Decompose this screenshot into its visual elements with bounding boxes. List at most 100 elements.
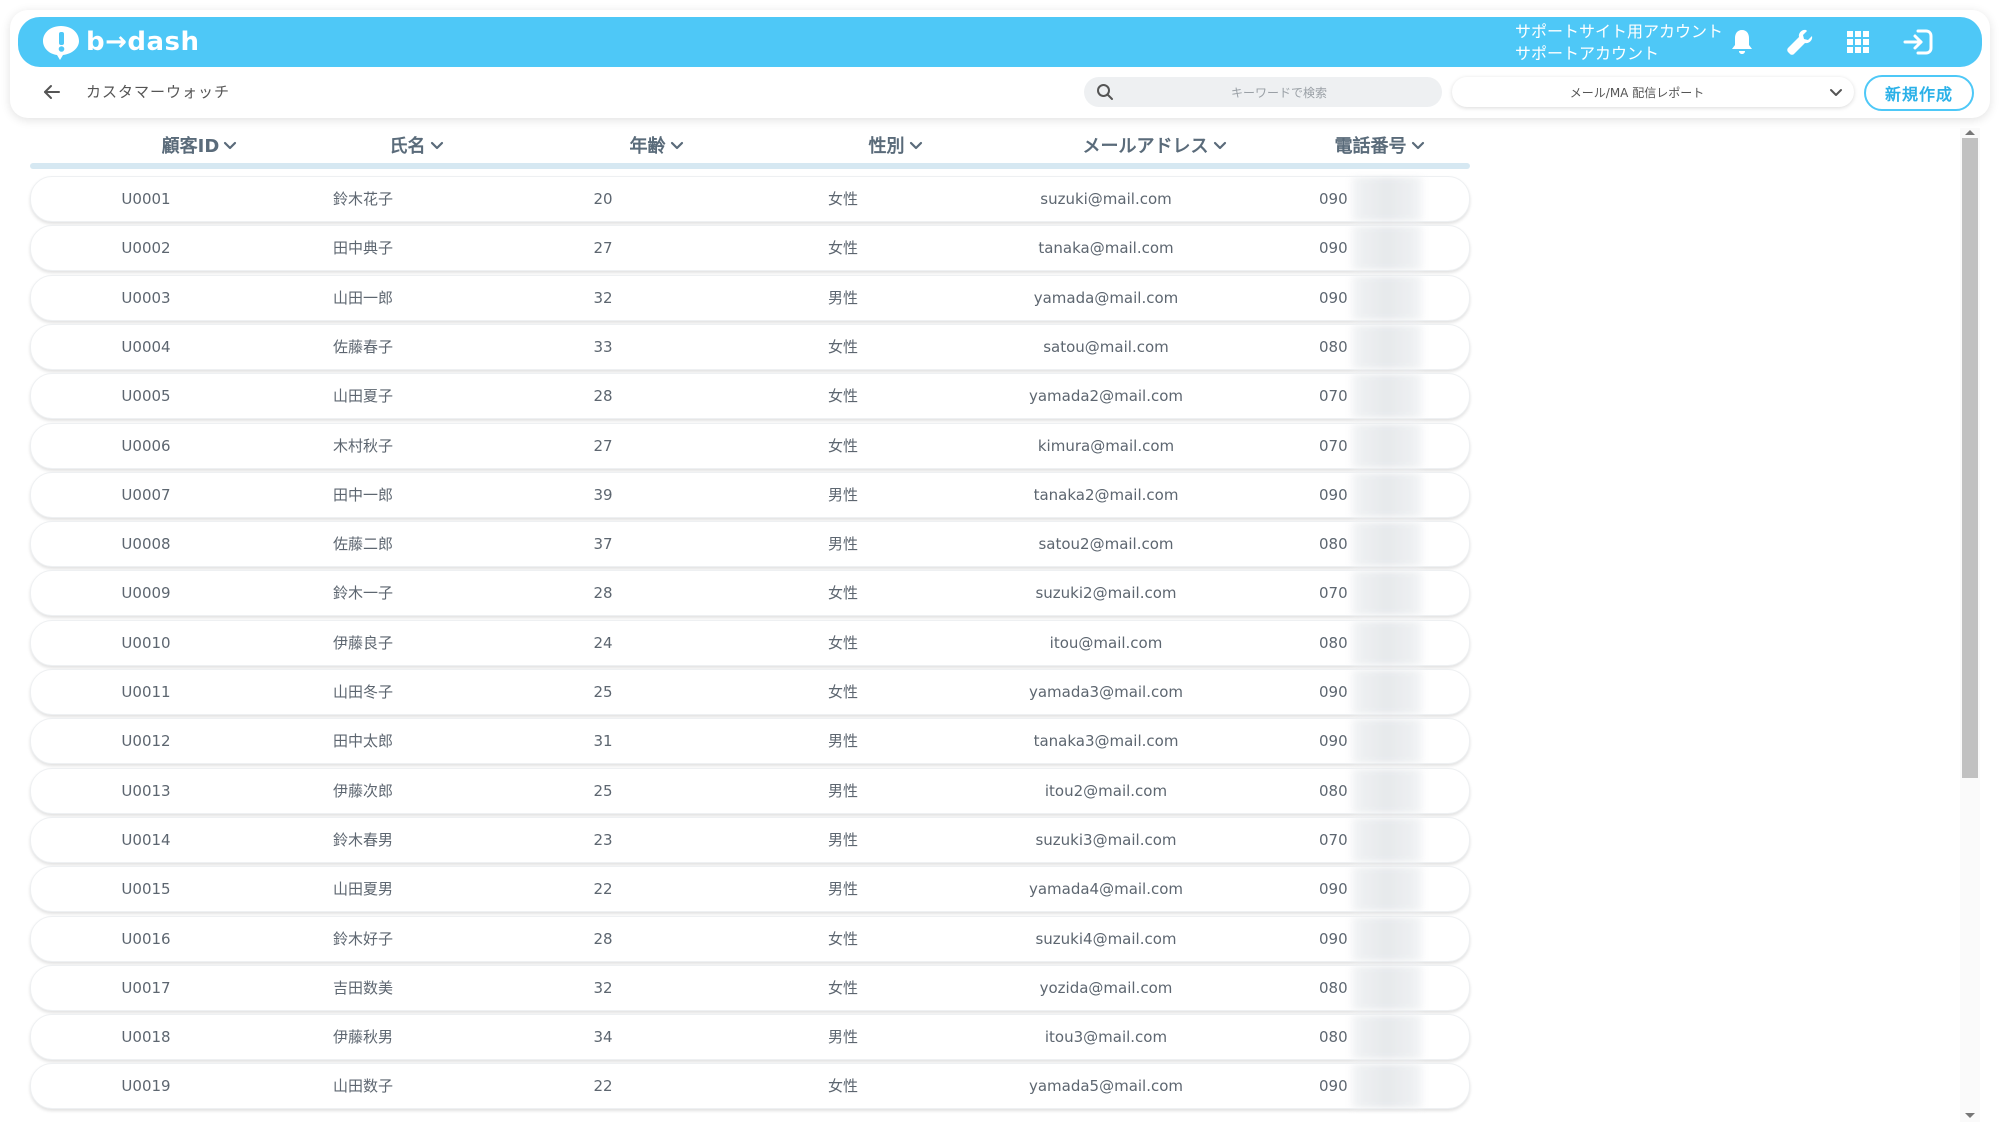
scroll-up-arrow-icon[interactable] (1964, 128, 1976, 136)
cell-age: 25 (593, 683, 613, 701)
table-row[interactable]: U0009 鈴木一子 28 女性 suzuki2@mail.com 070 (30, 570, 1470, 616)
table-row[interactable]: U0004 佐藤春子 33 女性 satou@mail.com 080 (30, 324, 1470, 370)
table-row[interactable]: U0002 田中典子 27 女性 tanaka@mail.com 090 (30, 225, 1470, 271)
create-new-button[interactable]: 新規作成 (1864, 75, 1974, 111)
wrench-icon[interactable] (1784, 26, 1816, 58)
column-header-name[interactable]: 氏名 (342, 130, 492, 160)
cell-customer-id: U0016 (121, 930, 171, 948)
cell-gender: 女性 (827, 338, 858, 356)
phone-prefix: 080 (1319, 979, 1348, 997)
back-arrow-icon[interactable] (40, 80, 64, 104)
cell-gender: 男性 (827, 880, 858, 898)
cell-name: 田中典子 (332, 239, 393, 257)
cell-phone: 090 (1319, 1064, 1426, 1108)
report-select[interactable]: メール/MA 配信レポート (1452, 77, 1854, 107)
cell-customer-id: U0005 (121, 387, 171, 405)
table-row[interactable]: U0007 田中一郎 39 男性 tanaka2@mail.com 090 (30, 472, 1470, 518)
phone-redaction (1347, 1015, 1426, 1059)
column-header-email[interactable]: メールアドレス (1030, 130, 1280, 160)
scroll-down-arrow-icon[interactable] (1964, 1112, 1976, 1120)
cell-name: 田中一郎 (332, 486, 393, 504)
table-row[interactable]: U0015 山田夏男 22 男性 yamada4@mail.com 090 (30, 866, 1470, 912)
table-row[interactable]: U0005 山田夏子 28 女性 yamada2@mail.com 070 (30, 373, 1470, 419)
table-row[interactable]: U0010 伊藤良子 24 女性 itou@mail.com 080 (30, 620, 1470, 666)
cell-age: 22 (593, 1077, 613, 1095)
cell-phone: 080 (1319, 522, 1426, 566)
cell-age: 22 (593, 880, 613, 898)
phone-redaction (1347, 473, 1426, 517)
sub-toolbar: カスタマーウォッチ メール/MA 配信レポート 新規作成 (18, 70, 1982, 114)
cell-phone: 090 (1319, 473, 1426, 517)
cell-name: 吉田数美 (332, 979, 393, 997)
cell-phone: 090 (1319, 670, 1426, 714)
column-header-age[interactable]: 年齢 (582, 130, 732, 160)
report-select-value: メール/MA 配信レポート (1569, 86, 1705, 100)
scrollbar-thumb[interactable] (1962, 138, 1978, 778)
account-info[interactable]: サポートサイト用アカウント サポートアカウント (1515, 21, 1723, 65)
apps-grid-icon[interactable] (1842, 26, 1874, 58)
table-row[interactable]: U0012 田中太郎 31 男性 tanaka3@mail.com 090 (30, 718, 1470, 764)
cell-age: 28 (593, 930, 613, 948)
search-box[interactable] (1084, 77, 1442, 109)
cell-phone: 080 (1319, 325, 1426, 369)
phone-prefix: 090 (1319, 190, 1348, 208)
table-row[interactable]: U0017 吉田数美 32 女性 yozida@mail.com 080 (30, 965, 1470, 1011)
cell-customer-id: U0002 (121, 239, 171, 257)
cell-gender: 男性 (827, 782, 858, 800)
column-header-customer-id[interactable]: 顧客ID (125, 130, 275, 160)
cell-customer-id: U0012 (121, 732, 171, 750)
cell-email: suzuki@mail.com (1040, 190, 1172, 208)
table-row[interactable]: U0016 鈴木好子 28 女性 suzuki4@mail.com 090 (30, 916, 1470, 962)
cell-gender: 女性 (827, 683, 858, 701)
table-row[interactable]: U0008 佐藤二郎 37 男性 satou2@mail.com 080 (30, 521, 1470, 567)
cell-gender: 女性 (827, 634, 858, 652)
cell-gender: 女性 (827, 1077, 858, 1095)
cell-phone: 090 (1319, 177, 1426, 221)
cell-email: yamada@mail.com (1033, 289, 1179, 307)
cell-age: 39 (593, 486, 613, 504)
cell-customer-id: U0007 (121, 486, 171, 504)
logout-icon[interactable] (1902, 26, 1934, 58)
cell-email: suzuki3@mail.com (1035, 831, 1177, 849)
column-header-label: 年齢 (629, 136, 666, 157)
table-row[interactable]: U0014 鈴木春男 23 男性 suzuki3@mail.com 070 (30, 817, 1470, 863)
cell-gender: 女性 (827, 437, 858, 455)
phone-redaction (1347, 177, 1426, 221)
table-row[interactable]: U0019 山田数子 22 女性 yamada5@mail.com 090 (30, 1063, 1470, 1109)
table-row[interactable]: U0018 伊藤秋男 34 男性 itou3@mail.com 080 (30, 1014, 1470, 1060)
cell-phone: 090 (1319, 276, 1426, 320)
table-row[interactable]: U0003 山田一郎 32 男性 yamada@mail.com 090 (30, 275, 1470, 321)
bell-icon[interactable] (1726, 26, 1758, 58)
cell-email: yozida@mail.com (1039, 979, 1173, 997)
table-row[interactable]: U0001 鈴木花子 20 女性 suzuki@mail.com 090 (30, 176, 1470, 222)
column-header-phone[interactable]: 電話番号 (1295, 130, 1465, 160)
phone-redaction (1347, 325, 1426, 369)
chevron-down-icon (1830, 89, 1842, 96)
cell-gender: 女性 (827, 979, 858, 997)
cell-age: 33 (593, 338, 613, 356)
header-divider (30, 163, 1470, 169)
vertical-scrollbar[interactable] (1960, 128, 1980, 1122)
cell-name: 伊藤次郎 (332, 782, 393, 800)
cell-customer-id: U0019 (121, 1077, 171, 1095)
table-row[interactable]: U0013 伊藤次郎 25 男性 itou2@mail.com 080 (30, 768, 1470, 814)
cell-gender: 女性 (827, 584, 858, 602)
cell-customer-id: U0003 (121, 289, 171, 307)
table-row[interactable]: U0006 木村秋子 27 女性 kimura@mail.com 070 (30, 423, 1470, 469)
column-header-label: 氏名 (389, 136, 426, 157)
table-row[interactable]: U0011 山田冬子 25 女性 yamada3@mail.com 090 (30, 669, 1470, 715)
cell-email: kimura@mail.com (1037, 437, 1175, 455)
search-input[interactable] (1124, 77, 1434, 109)
logo[interactable]: b→dash (40, 23, 200, 61)
cell-age: 27 (593, 239, 613, 257)
phone-redaction (1347, 522, 1426, 566)
cell-age: 31 (593, 732, 613, 750)
top-navigation-bar: b→dash サポートサイト用アカウント サポートアカウント (18, 17, 1982, 67)
page-title: カスタマーウォッチ (86, 83, 231, 101)
column-header-gender[interactable]: 性別 (821, 130, 971, 160)
cell-age: 37 (593, 535, 613, 553)
column-header-label: メールアドレス (1082, 136, 1209, 157)
cell-email: tanaka3@mail.com (1033, 732, 1179, 750)
phone-prefix: 080 (1319, 338, 1348, 356)
phone-prefix: 080 (1319, 1028, 1348, 1046)
